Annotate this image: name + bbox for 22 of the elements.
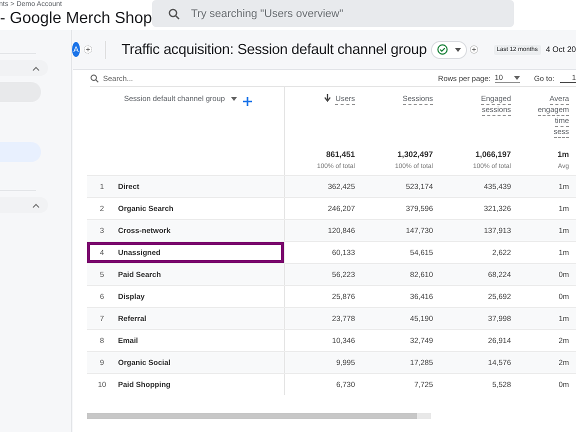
- avatar[interactable]: A: [72, 42, 80, 57]
- report-title: Traffic acquisition: Session default channel group: [122, 42, 427, 58]
- check-circle-icon: [436, 44, 448, 55]
- plus-icon[interactable]: [242, 97, 252, 106]
- search-icon: [90, 74, 99, 82]
- search-input[interactable]: Try searching "Users overview": [189, 6, 493, 20]
- total-value: 1m: [557, 150, 569, 159]
- caret-icon[interactable]: [230, 97, 237, 101]
- status-dropdown[interactable]: [430, 40, 467, 58]
- total-value: 1,302,497: [397, 150, 433, 159]
- chevron-up-icon[interactable]: [32, 66, 40, 70]
- caret-icon[interactable]: [514, 76, 520, 80]
- property-name[interactable]: - Google Merch Shop: [0, 9, 152, 29]
- total-value: 861,451: [326, 150, 355, 159]
- search-icon: [168, 8, 180, 20]
- caret-icon: [454, 48, 461, 52]
- search-field[interactable]: Try searching "Users overview": [152, 0, 514, 27]
- total-value: 1,066,197: [475, 150, 511, 159]
- chevron-up-icon[interactable]: [32, 202, 40, 208]
- sort-arrow-icon[interactable]: [324, 94, 332, 102]
- scrollbar-thumb[interactable]: [87, 413, 417, 419]
- date-range[interactable]: 4 Oct 20: [546, 45, 576, 54]
